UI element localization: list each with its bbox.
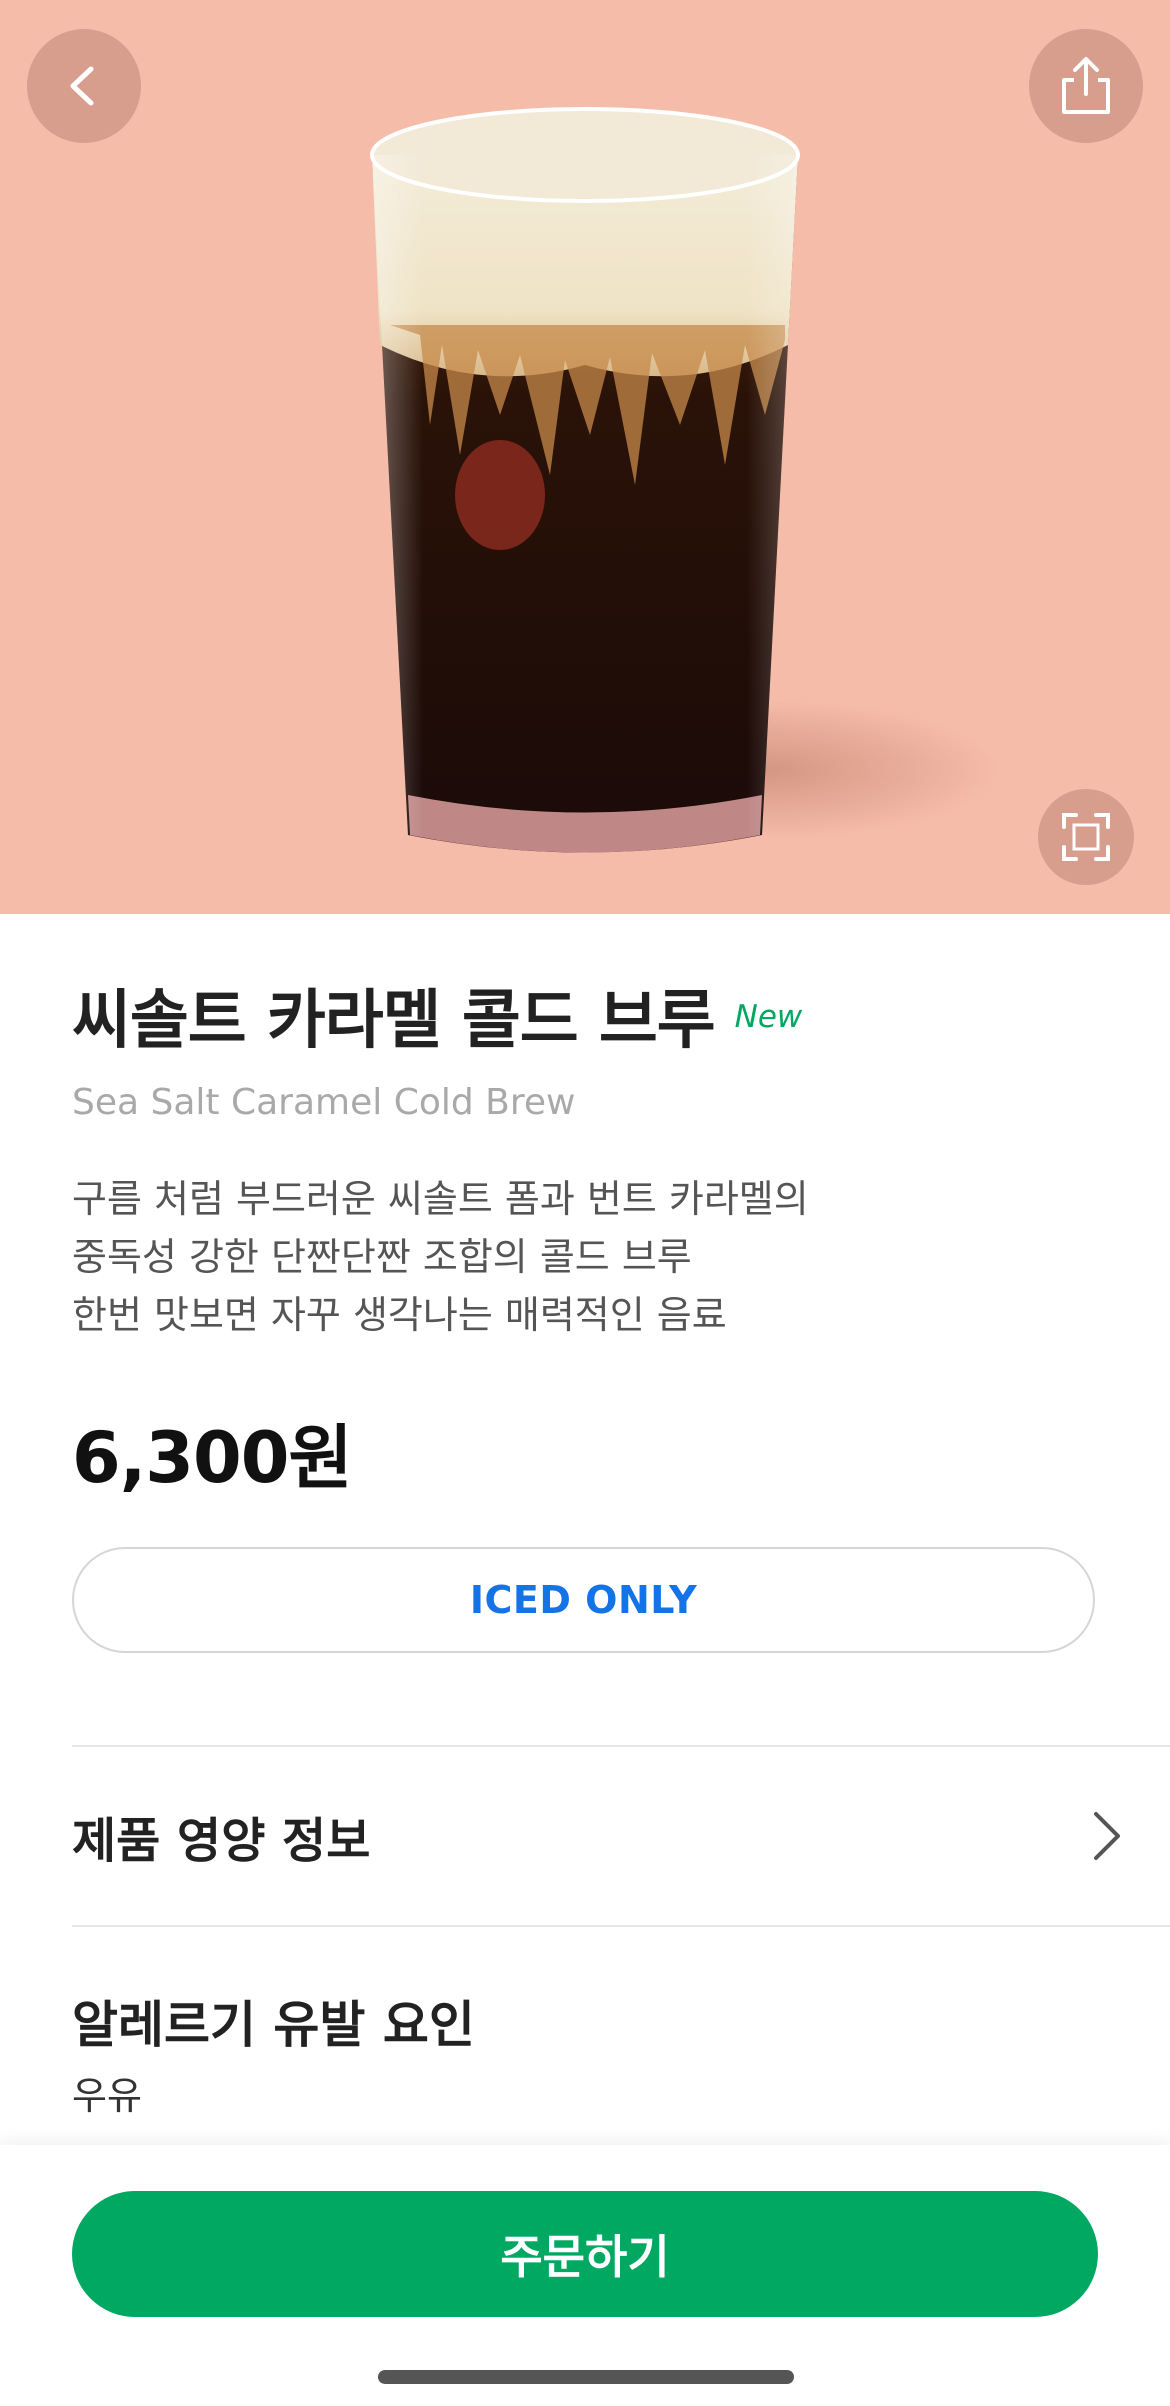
- description-line: 중독성 강한 단짠단짠 조합의 콜드 브루: [72, 1235, 692, 1279]
- product-price: 6,300원: [72, 1417, 353, 1499]
- iced-coffee-glass-image: [370, 107, 800, 853]
- product-english-name: Sea Salt Caramel Cold Brew: [72, 1082, 576, 1123]
- temperature-option-button[interactable]: ICED ONLY: [72, 1547, 1095, 1653]
- share-icon: [1062, 57, 1110, 114]
- expand-image-button[interactable]: [1038, 789, 1134, 885]
- nutrition-info-label: 제품 영양 정보: [72, 1813, 371, 1869]
- new-badge: New: [734, 999, 803, 1035]
- order-button[interactable]: 주문하기: [72, 2191, 1098, 2317]
- share-button[interactable]: [1029, 29, 1143, 143]
- allergy-value: 우유: [72, 2074, 142, 2118]
- bottom-order-bar: 주문하기: [0, 2145, 1170, 2406]
- description-line: 구름 처럼 부드러운 씨솔트 폼과 번트 카라멜의: [72, 1177, 809, 1221]
- nutrition-info-row[interactable]: 제품 영양 정보: [72, 1748, 1170, 1924]
- divider: [72, 1925, 1170, 1927]
- product-hero: [0, 0, 1170, 914]
- description-line: 한번 맛보면 자꾸 생각나는 매력적인 음료: [72, 1293, 727, 1337]
- chevron-right-icon: [1094, 1812, 1120, 1860]
- divider: [72, 1745, 1170, 1747]
- home-indicator[interactable]: [378, 2370, 794, 2384]
- product-name: 씨솔트 카라멜 콜드 브루: [72, 984, 716, 1058]
- chevron-left-icon: [70, 66, 94, 106]
- expand-frame-icon: [1062, 813, 1110, 861]
- product-description: 구름 처럼 부드러운 씨솔트 폼과 번트 카라멜의 중독성 강한 단짠단짠 조합…: [72, 1170, 1072, 1344]
- allergy-title: 알레르기 유발 요인: [72, 1996, 475, 2054]
- back-button[interactable]: [27, 29, 141, 143]
- product-title-row: 씨솔트 카라멜 콜드 브루 New: [72, 975, 803, 1058]
